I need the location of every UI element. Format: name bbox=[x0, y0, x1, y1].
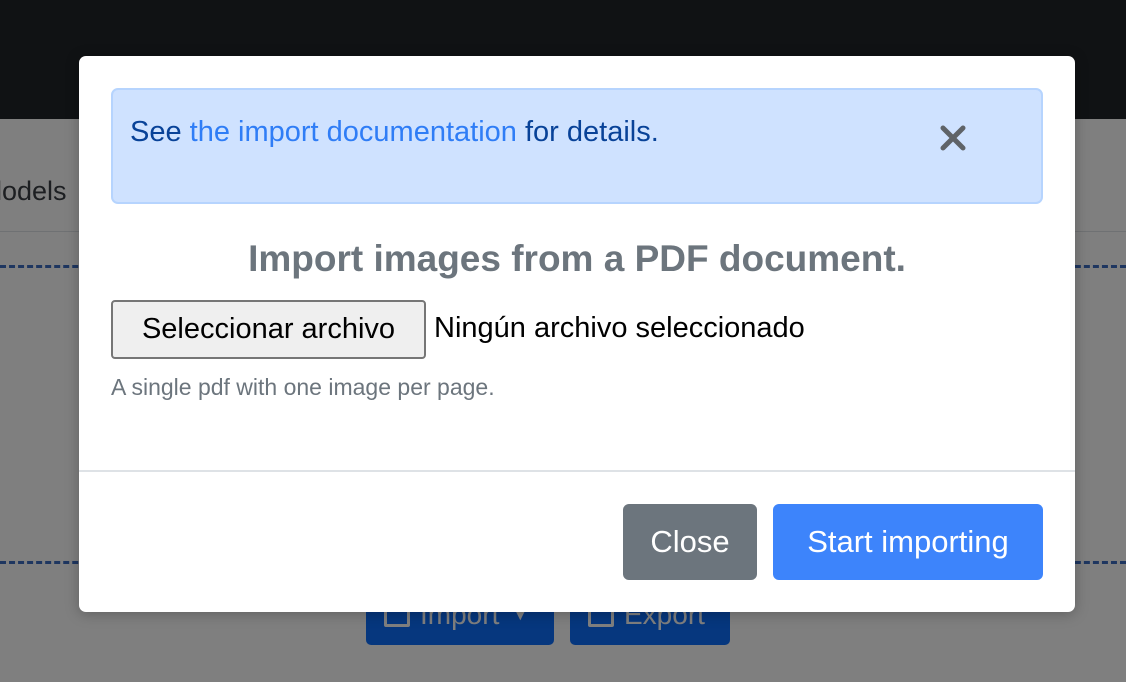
modal-footer-divider bbox=[79, 470, 1075, 472]
info-alert: See the import documentation for details… bbox=[111, 88, 1043, 204]
alert-prefix: See bbox=[130, 116, 190, 148]
alert-message: See the import documentation for details… bbox=[130, 116, 659, 149]
close-button[interactable]: Close bbox=[623, 504, 757, 580]
import-documentation-link[interactable]: the import documentation bbox=[190, 116, 517, 148]
help-text: A single pdf with one image per page. bbox=[111, 374, 495, 400]
alert-close-button[interactable] bbox=[931, 116, 975, 160]
import-modal: See the import documentation for details… bbox=[79, 56, 1075, 612]
alert-suffix: for details. bbox=[516, 116, 659, 148]
start-importing-button[interactable]: Start importing bbox=[773, 504, 1043, 580]
close-icon bbox=[940, 125, 966, 151]
modal-title: Import images from a PDF document. bbox=[248, 238, 906, 279]
choose-file-button[interactable]: Seleccionar archivo bbox=[111, 300, 426, 359]
file-status-text: Ningún archivo seleccionado bbox=[434, 312, 805, 344]
